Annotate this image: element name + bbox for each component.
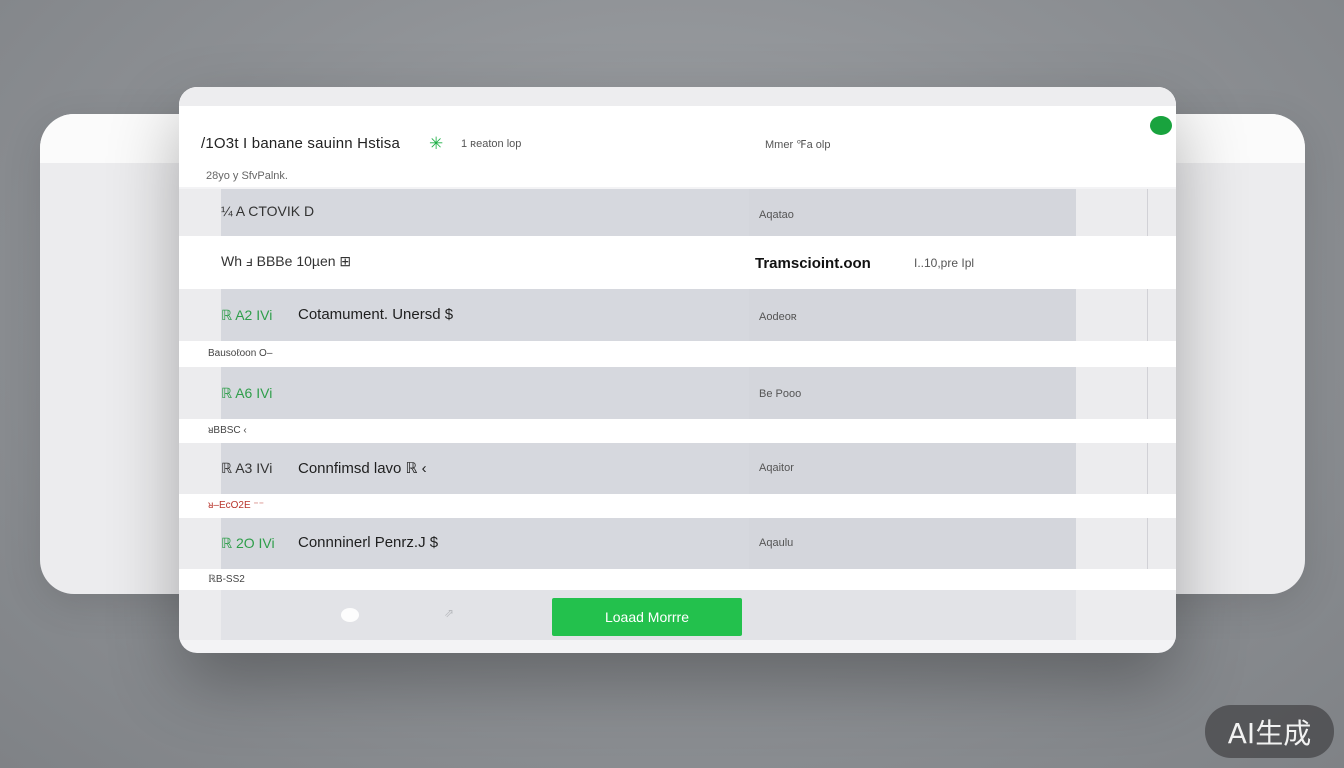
table-row[interactable]: Wh ⅎ BBBe 10µen ⊞ Tramscioint.oon I..10,… [179, 236, 1176, 289]
load-more-button[interactable]: Loaad Morrre [552, 598, 742, 636]
row-status: Aodeoʀ [759, 311, 797, 323]
row-status: Aqatao [759, 209, 794, 221]
row-band [749, 189, 1076, 236]
group-separator: ᴚBBSC ‹ [179, 419, 1176, 443]
row-edge [1147, 189, 1148, 236]
row-name: Cotamument. Unersd $ [298, 306, 454, 323]
group-separator: ᴚ–EcΟ2E ⁻⁻ [179, 494, 1176, 518]
row-band [221, 367, 749, 419]
separator-label: Bausoℓoon O– [208, 348, 273, 359]
history-panel: /1O3t I banane sauinn Hstisa ✳ 1 ʀeaton … [179, 87, 1176, 653]
row-edge [1147, 289, 1148, 341]
row-name: Connfimsd lavo ℝ ‹ [298, 460, 427, 477]
row-code: ¼ A CTOVIK D [221, 203, 315, 219]
table-row[interactable]: ℝ A3 IVi Connfimsd lavo ℝ ‹ Aqaitor [179, 443, 1176, 494]
header-meta-left: 1 ʀeaton lop [461, 138, 522, 150]
row-band [749, 518, 1076, 569]
separator-label: ℝB‑SS2 [208, 574, 245, 585]
row-code: Wh ⅎ BBBe 10µen ⊞ [221, 253, 352, 269]
group-separator: ℝB‑SS2 [179, 569, 1176, 590]
separator-label: ᴚBBSC ‹ [208, 425, 247, 436]
row-edge [1147, 518, 1148, 569]
row-code: ℝ 2O IVi [221, 535, 275, 551]
panel-top-strip [179, 87, 1176, 106]
row-band [749, 443, 1076, 494]
page-title: /1O3t I banane sauinn Hstisa [201, 135, 401, 152]
row-code: ℝ A3 IVi [221, 460, 273, 476]
row-status: Aqaitor [759, 462, 794, 474]
row-status: Be Pooo [759, 388, 802, 400]
table-row[interactable]: ℝ A6 IVi Be Pooo [179, 367, 1176, 419]
row-status: Aqaulu [759, 537, 794, 549]
pagination-dot[interactable] [341, 608, 359, 622]
row-band [749, 289, 1076, 341]
panel-subtitle: 28yo y SfvPalnk. [206, 170, 288, 182]
spark-icon[interactable]: ✳ [429, 134, 443, 154]
table-row[interactable]: ¼ A CTOVIK D Aqatao [179, 189, 1176, 236]
arrow-icon: ⇗ [444, 606, 455, 620]
watermark-badge: AI生成 [1205, 705, 1334, 758]
row-edge [1147, 443, 1148, 494]
row-extra: I..10,pre Ipl [914, 256, 975, 270]
group-separator: Bausoℓoon O– [179, 341, 1176, 367]
separator-label: ᴚ–EcΟ2E ⁻⁻ [208, 500, 264, 511]
table-row[interactable]: ℝ 2O IVi Connninerl Penrz.J $ Aqaulu [179, 518, 1176, 569]
row-code: ℝ A2 IVi [221, 307, 273, 323]
status-indicator-icon [1150, 116, 1172, 135]
row-edge [1147, 367, 1148, 419]
table-row[interactable]: ℝ A2 IVi Cotamument. Unersd $ Aodeoʀ [179, 289, 1176, 341]
panel-header: /1O3t I banane sauinn Hstisa ✳ 1 ʀeaton … [179, 87, 1176, 187]
row-code: ℝ A6 IVi [221, 385, 273, 401]
row-transaction-label: Tramscioint.oon [755, 255, 871, 272]
row-name: Connninerl Penrz.J $ [298, 534, 439, 551]
header-meta-right: Mmer ℉a olp [765, 139, 831, 151]
load-more-row: ⇗ Loaad Morrre [179, 590, 1176, 640]
